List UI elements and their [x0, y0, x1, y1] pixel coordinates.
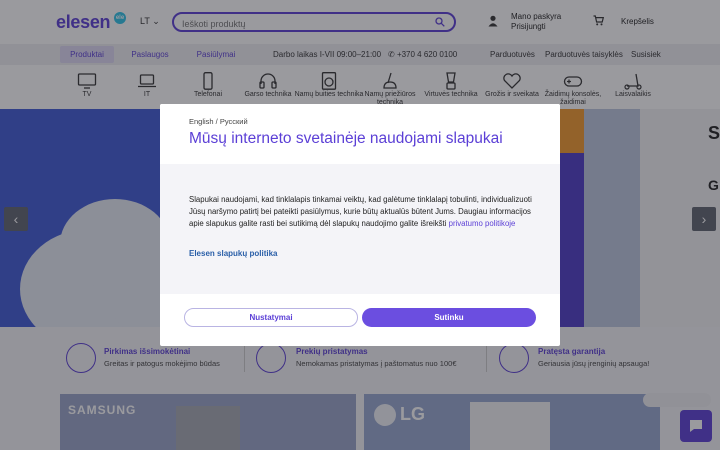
- cookie-description: Slapukai naudojami, kad tinklalapis tink…: [189, 194, 534, 230]
- accept-cookies-button[interactable]: Sutinku: [362, 308, 536, 327]
- dialog-body: Slapukai naudojami, kad tinklalapis tink…: [160, 164, 560, 294]
- dialog-header: English / Русский Mūsų interneto svetain…: [160, 104, 560, 164]
- dialog-title: Mūsų interneto svetainėje naudojami slap…: [189, 130, 503, 147]
- cookie-consent-dialog: English / Русский Mūsų interneto svetain…: [160, 104, 560, 346]
- cookie-policy-link[interactable]: Elesen slapukų politika: [189, 249, 277, 258]
- privacy-policy-link[interactable]: privatumo politikoje: [449, 219, 516, 228]
- cookie-settings-button[interactable]: Nustatymai: [184, 308, 358, 327]
- language-links[interactable]: English / Русский: [189, 117, 248, 126]
